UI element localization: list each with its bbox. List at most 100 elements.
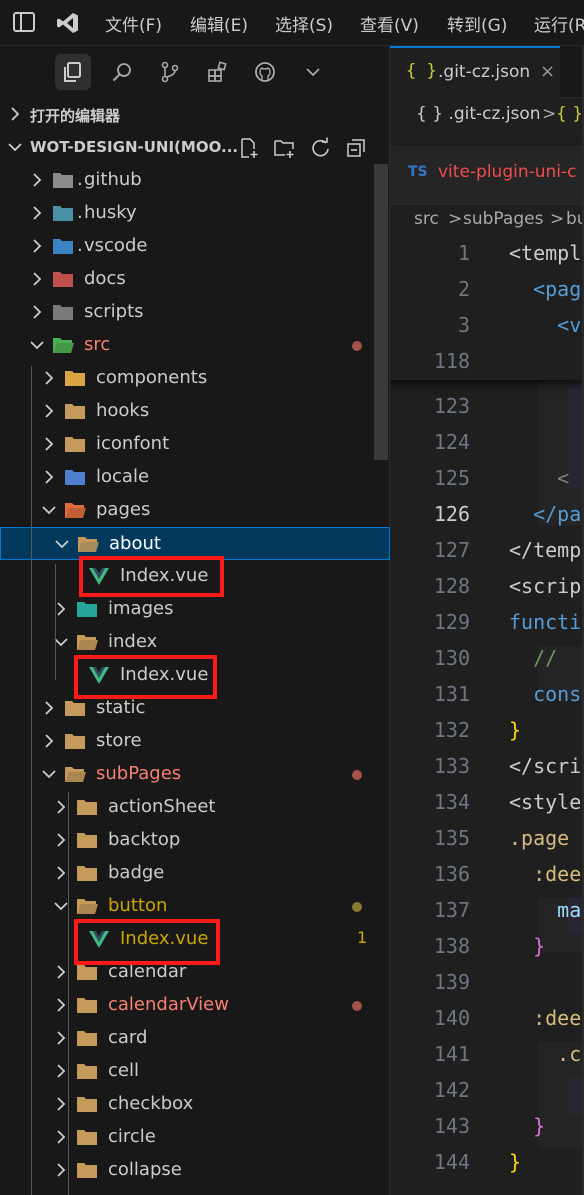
editor-area: { } .git-cz.json × { } .git-cz.json > { … <box>390 46 584 1195</box>
folder-row[interactable]: store <box>0 725 390 758</box>
line-number: 125 <box>433 466 470 490</box>
code-line[interactable]: } <box>509 1114 545 1138</box>
collapse-all-icon[interactable] <box>345 137 367 159</box>
folder-row[interactable]: collapse <box>0 1154 390 1187</box>
explorer-tab[interactable] <box>55 54 91 90</box>
menu-selection[interactable]: 选择(S) <box>275 11 333 36</box>
code-line[interactable]: <scrip <box>509 574 581 598</box>
folder-row[interactable]: hooks <box>0 395 390 428</box>
breadcrumb-item[interactable]: { } .git-cz.json <box>416 104 541 124</box>
source-control-tab[interactable] <box>152 54 188 90</box>
folder-row[interactable]: husky. <box>0 197 390 230</box>
code-line[interactable]: } <box>509 934 545 958</box>
line-number: 127 <box>433 538 470 562</box>
breadcrumb-item[interactable]: { } <box>556 104 583 124</box>
hooks-folder-icon <box>65 404 85 419</box>
line-number: 135 <box>433 826 470 850</box>
code-line[interactable]: ma <box>509 898 581 922</box>
code-line[interactable]: cons <box>509 682 581 706</box>
extensions-tab[interactable] <box>199 54 235 90</box>
breadcrumb-item[interactable]: subPages <box>463 209 543 229</box>
folder-icon <box>77 1130 97 1145</box>
folder-row[interactable]: pages <box>0 494 390 527</box>
code-line[interactable]: < <box>509 466 569 490</box>
folder-row[interactable]: subPages <box>0 758 390 791</box>
breadcrumb-item[interactable]: src <box>414 209 439 229</box>
folder-row[interactable]: cell <box>0 1055 390 1088</box>
code-line[interactable]: <v <box>509 313 581 337</box>
code-line[interactable]: <templ <box>509 241 581 265</box>
folder-row[interactable]: locale <box>0 461 390 494</box>
code-line[interactable]: functi <box>509 610 581 634</box>
project-section[interactable]: WOT-DESIGN-UNI(MOO... <box>0 132 390 165</box>
folder-row[interactable]: src <box>0 329 390 362</box>
code-line[interactable]: } <box>509 1150 521 1174</box>
code-line[interactable]: .page <box>509 826 569 850</box>
new-folder-icon[interactable] <box>273 137 295 159</box>
more-views-button[interactable] <box>295 54 331 90</box>
folder-row[interactable]: github. <box>0 164 390 197</box>
folder-row[interactable]: circle <box>0 1121 390 1154</box>
chevron-right-icon <box>33 305 42 319</box>
code-line[interactable]: } <box>509 718 521 742</box>
menu-edit[interactable]: 编辑(E) <box>190 11 248 36</box>
vscode-folder-icon <box>53 239 73 254</box>
folder-row[interactable]: badge <box>0 857 390 890</box>
chevron-right-icon <box>33 239 42 253</box>
code-line[interactable]: </pa <box>509 502 581 526</box>
code-line[interactable]: .c <box>509 1042 581 1066</box>
peek-header: TS vite-plugin-uni-c <box>390 147 584 205</box>
tab-git-cz-json[interactable]: { } .git-cz.json × <box>390 46 560 98</box>
refresh-icon[interactable] <box>309 137 331 159</box>
highlight-box <box>74 655 217 699</box>
menu-file[interactable]: 文件(F) <box>105 11 162 36</box>
folder-icon <box>65 437 85 452</box>
folder-row[interactable]: components <box>0 362 390 395</box>
search-tab[interactable] <box>104 54 140 90</box>
folder-row[interactable]: vscode. <box>0 230 390 263</box>
menu-view[interactable]: 查看(V) <box>360 11 419 36</box>
code-line[interactable]: <pag <box>509 277 581 301</box>
line-number: 3 <box>457 313 470 337</box>
folder-open-icon <box>65 767 86 782</box>
folder-row[interactable]: docs <box>0 263 390 296</box>
tree-item-label: actionSheet <box>108 796 216 817</box>
code-line[interactable]: </scri <box>509 754 581 778</box>
menu-run[interactable]: 运行(R) <box>534 11 584 36</box>
folder-open-icon <box>77 635 98 650</box>
dot-prefix: . <box>77 235 83 256</box>
indent-guide <box>68 792 69 1195</box>
layout-toggle-icon[interactable] <box>13 12 35 32</box>
menu-go[interactable]: 转到(G) <box>447 11 507 36</box>
folder-row[interactable]: backtop <box>0 824 390 857</box>
github-tab[interactable] <box>247 54 283 90</box>
folder-row[interactable]: checkbox <box>0 1088 390 1121</box>
chevron-down-icon <box>42 770 56 779</box>
folder-row[interactable]: calendarView <box>0 989 390 1022</box>
project-name: WOT-DESIGN-UNI(MOO... <box>30 138 239 156</box>
tree-item-label: docs <box>84 268 126 289</box>
chevron-right-icon <box>33 206 42 220</box>
tree-item-label: button <box>108 895 168 916</box>
folder-row[interactable]: actionSheet <box>0 791 390 824</box>
line-number: 124 <box>433 430 470 454</box>
new-file-icon[interactable] <box>238 137 260 159</box>
code-line[interactable]: :dee <box>509 1006 581 1030</box>
folder-row[interactable]: scripts <box>0 296 390 329</box>
open-editors-section[interactable]: 打开的编辑器 <box>0 99 390 132</box>
tree-item-label: circle <box>108 1126 156 1147</box>
tree-item-label: store <box>96 730 142 751</box>
code-line[interactable]: :dee <box>509 862 581 886</box>
code-line[interactable]: <style <box>509 790 581 814</box>
sidebar-scrollbar[interactable] <box>374 164 388 460</box>
line-number: 143 <box>433 1114 470 1138</box>
folder-row[interactable]: card <box>0 1022 390 1055</box>
folder-row[interactable]: iconfont <box>0 428 390 461</box>
close-icon[interactable]: × <box>540 61 555 82</box>
code-line[interactable]: </temp <box>509 538 581 562</box>
folder-row[interactable]: images <box>0 593 390 626</box>
folder-icon <box>77 1031 97 1046</box>
code-line[interactable]: // <box>509 646 569 670</box>
vscode-logo-icon <box>57 13 78 33</box>
peek-title[interactable]: vite-plugin-uni-c <box>438 162 577 182</box>
